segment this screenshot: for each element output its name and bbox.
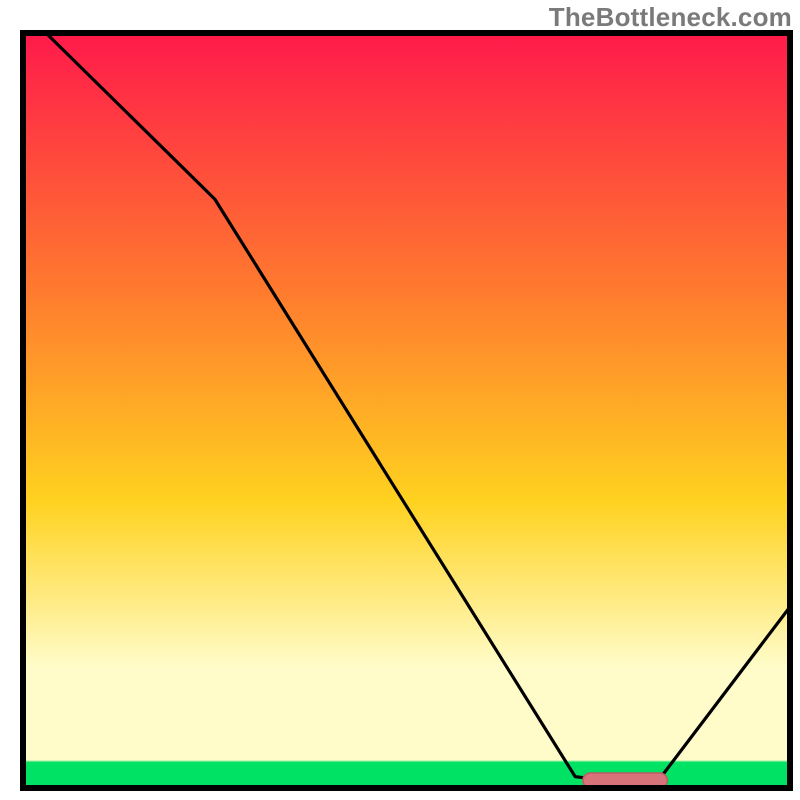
gradient-background	[23, 33, 790, 788]
chart-frame: TheBottleneck.com	[0, 0, 800, 800]
bottleneck-chart	[0, 0, 800, 800]
watermark-text: TheBottleneck.com	[549, 2, 792, 33]
plot-area	[23, 33, 790, 788]
